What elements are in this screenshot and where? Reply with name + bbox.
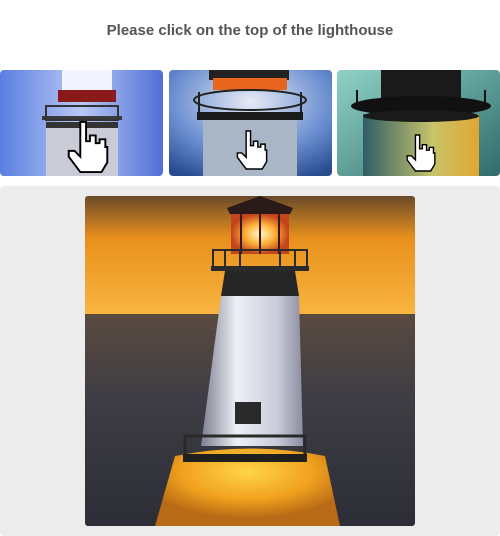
example-image-2 [169,70,332,176]
hand-pointer-icon [62,120,114,174]
challenge-panel [0,186,500,536]
hand-pointer-icon [233,128,271,172]
example-image-1 [0,70,163,176]
example-image-3 [337,70,500,176]
challenge-image[interactable] [85,196,415,526]
example-images [0,70,500,176]
hand-pointer-icon [403,132,439,174]
captcha-prompt: Please click on the top of the lighthous… [106,22,394,39]
